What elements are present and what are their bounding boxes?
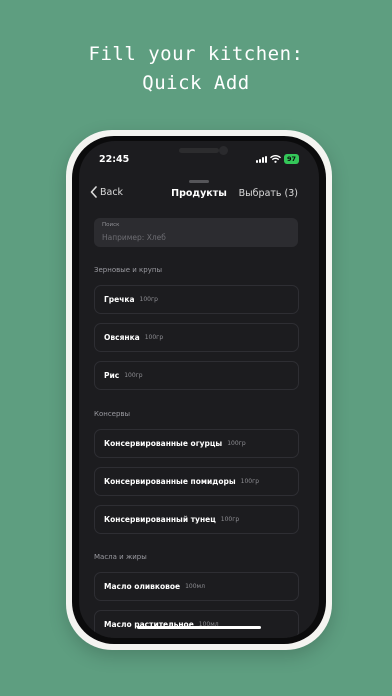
battery-icon: 97 bbox=[283, 154, 299, 164]
list-item[interactable]: Гречка 100гр bbox=[94, 285, 299, 314]
headline: Fill your kitchen: Quick Add bbox=[0, 40, 392, 98]
item-quantity: 100гр bbox=[144, 334, 164, 341]
back-button-label: Back bbox=[100, 186, 124, 198]
item-name: Рис bbox=[104, 371, 120, 380]
status-time: 22:45 bbox=[99, 154, 130, 165]
list-item[interactable]: Консервированные огурцы 100гр bbox=[94, 429, 299, 458]
search-field[interactable]: Поиск bbox=[94, 218, 298, 247]
section-title-oils: Масла и жиры bbox=[94, 553, 147, 561]
item-name: Консервированные огурцы bbox=[104, 439, 223, 448]
item-quantity: 100гр bbox=[124, 372, 143, 379]
phone-screen: 22:45 97 Back Продукты Выбрать (3) Поиск… bbox=[79, 141, 319, 638]
select-button[interactable]: Выбрать (3) bbox=[239, 188, 298, 199]
section-title-grains: Зерновые и крупы bbox=[94, 266, 162, 274]
item-name: Консервированные помидоры bbox=[104, 477, 236, 486]
list-item[interactable]: Овсянка 100гр bbox=[94, 323, 299, 352]
list-item[interactable]: Рис 100гр bbox=[94, 361, 299, 390]
wifi-icon bbox=[269, 155, 281, 163]
item-name: Консервированный тунец bbox=[104, 515, 216, 524]
search-input[interactable] bbox=[101, 230, 292, 244]
item-quantity: 100гр bbox=[240, 478, 260, 485]
chevron-left-icon bbox=[90, 186, 97, 198]
item-quantity: 100мл bbox=[185, 583, 205, 590]
item-quantity: 100гр bbox=[220, 516, 240, 523]
item-quantity: 100гр bbox=[227, 440, 246, 447]
list-item[interactable]: Консервированный тунец 100гр bbox=[94, 505, 299, 534]
list-item[interactable]: Консервированные помидоры 100гр bbox=[94, 467, 299, 496]
item-name: Масло оливковое bbox=[104, 582, 181, 591]
item-name: Гречка bbox=[104, 295, 135, 304]
item-name: Овсянка bbox=[104, 333, 140, 342]
sheet-handle[interactable] bbox=[189, 180, 209, 183]
item-quantity: 100гр bbox=[139, 296, 158, 303]
speaker-grille bbox=[179, 148, 219, 153]
list-item[interactable]: Масло растительное 100мл bbox=[94, 610, 299, 638]
headline-line-1: Fill your kitchen: bbox=[88, 43, 304, 65]
list-item[interactable]: Масло оливковое 100мл bbox=[94, 572, 299, 601]
status-icons: 97 bbox=[255, 154, 299, 164]
home-indicator[interactable] bbox=[137, 626, 261, 629]
section-title-canned: Консервы bbox=[94, 410, 131, 418]
signal-icon bbox=[255, 155, 267, 163]
nav-bar: Back Продукты Выбрать (3) bbox=[79, 186, 319, 208]
back-button[interactable]: Back bbox=[90, 186, 123, 198]
camera-icon bbox=[219, 146, 228, 155]
headline-line-2: Quick Add bbox=[142, 72, 250, 94]
search-label: Поиск bbox=[102, 222, 120, 228]
